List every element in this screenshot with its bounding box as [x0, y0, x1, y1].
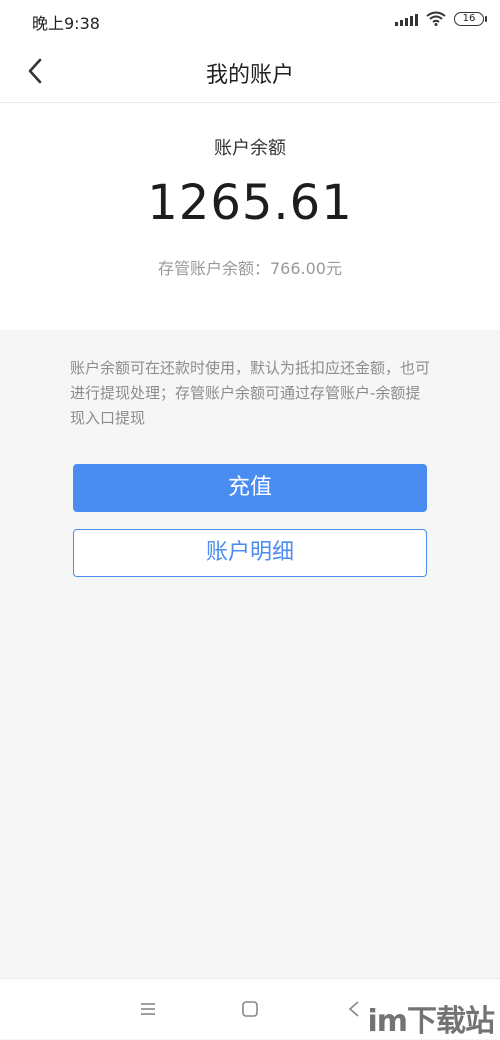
menu-icon[interactable] [136, 997, 160, 1021]
battery-level: 16 [462, 12, 476, 24]
recharge-button[interactable]: 充值 [73, 464, 427, 512]
status-bar: 晚上9:38 16 [0, 0, 500, 40]
home-icon[interactable] [238, 997, 262, 1021]
balance-label: 账户余额 [214, 138, 286, 159]
system-back-icon[interactable] [342, 997, 366, 1021]
notice-text: 账户余额可在还款时使用，默认为抵扣应还金额，也可进行提现处理；存管账户余额可通过… [70, 359, 431, 427]
battery-icon: 16 [454, 11, 487, 26]
watermark: im下载站 [367, 1004, 495, 1039]
account-details-button[interactable]: 账户明细 [73, 529, 427, 577]
page-title: 我的账户 [205, 63, 294, 88]
wifi-icon [426, 11, 446, 26]
status-time: 晚上9:38 [32, 14, 100, 33]
status-icons: 16 [395, 11, 487, 26]
balance-panel: 账户余额 1265.61 存管账户余额：766.00元 [0, 103, 500, 330]
signal-icon [395, 12, 418, 26]
nav-bar: 我的账户 [0, 40, 500, 103]
custody-balance: 存管账户余额：766.00元 [158, 259, 342, 278]
balance-amount: 1265.61 [147, 175, 353, 231]
